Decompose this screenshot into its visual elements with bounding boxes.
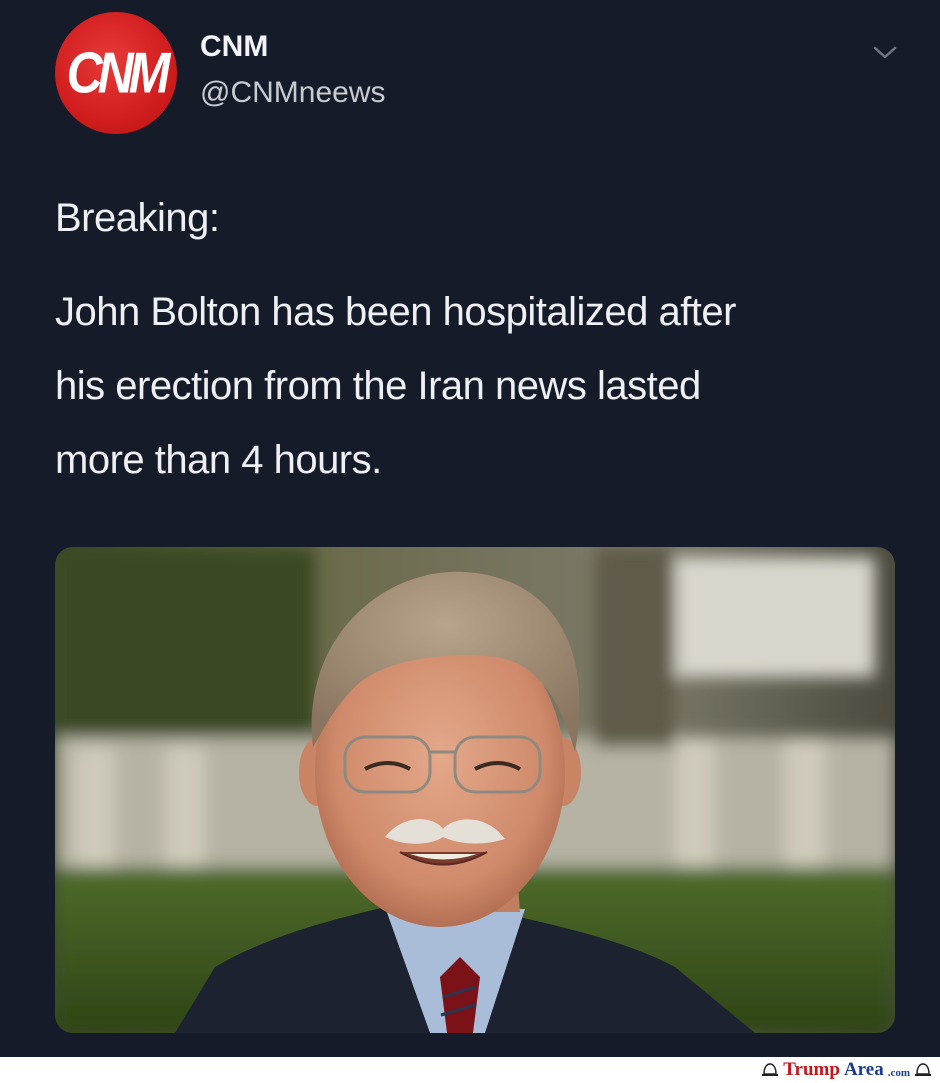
- display-name[interactable]: CNM: [200, 30, 268, 64]
- tweet-card: CNM CNM @CNMneews Breaking: John Bolton …: [0, 0, 940, 1057]
- hat-icon: [915, 1063, 931, 1076]
- tweet-text-line: his erection from the Iran news lasted: [55, 364, 701, 408]
- footer-bar: Trump Area .com: [0, 1057, 940, 1083]
- watermark: Trump Area .com: [761, 1059, 932, 1081]
- tweet-text-line: more than 4 hours.: [55, 438, 382, 482]
- watermark-text-trump: Trump: [783, 1059, 840, 1080]
- watermark-text-area: Area: [843, 1059, 884, 1080]
- tweet-text-line: John Bolton has been hospitalized after: [55, 290, 737, 334]
- tweet-text-line: Breaking:: [55, 196, 220, 240]
- avatar-logo: CNM: [66, 40, 171, 106]
- tweet-photo[interactable]: [55, 547, 895, 1033]
- avatar[interactable]: CNM: [55, 12, 177, 134]
- chevron-down-icon[interactable]: [870, 42, 900, 64]
- portrait-image: [55, 547, 895, 1033]
- hat-icon: [762, 1063, 779, 1076]
- watermark-text-domain: .com: [887, 1067, 910, 1079]
- handle[interactable]: @CNMneews: [200, 76, 386, 110]
